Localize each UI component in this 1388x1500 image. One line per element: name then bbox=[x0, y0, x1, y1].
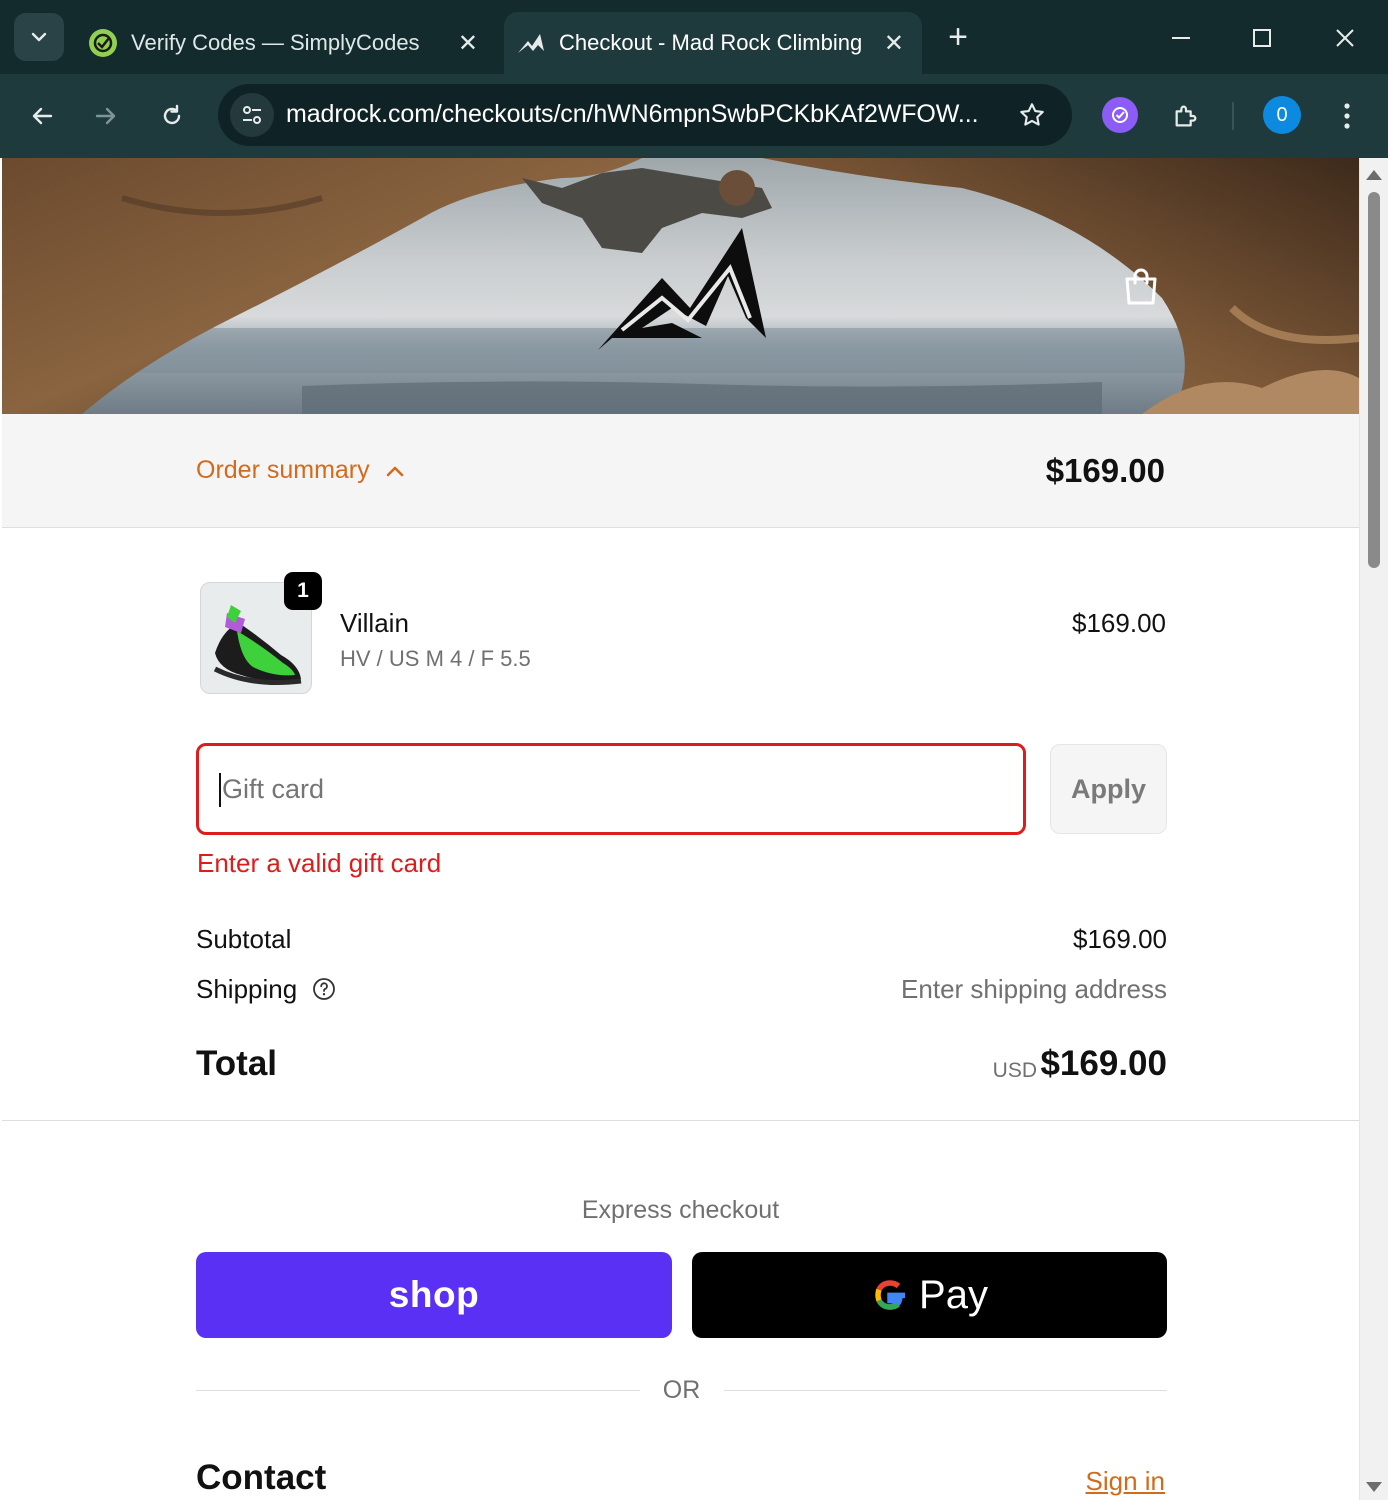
forward-button[interactable] bbox=[84, 94, 128, 138]
order-summary-total: $169.00 bbox=[1045, 452, 1165, 489]
text-caret bbox=[219, 773, 221, 807]
order-summary-toggle[interactable]: Order summary bbox=[196, 456, 404, 485]
simplycodes-extension-icon[interactable] bbox=[1102, 97, 1138, 133]
product-name: Villain bbox=[340, 608, 409, 638]
line-item: 1 Villain HV / US M 4 / F 5.5 $169.00 bbox=[196, 572, 1166, 702]
total-label: Total bbox=[196, 1044, 278, 1083]
url-text[interactable]: madrock.com/checkouts/cn/hWN6mpnSwbPCKbK… bbox=[286, 100, 979, 129]
or-line-right bbox=[724, 1390, 1167, 1391]
chevron-down-icon bbox=[31, 32, 47, 42]
gift-card-error: Enter a valid gift card bbox=[197, 848, 442, 878]
shipping-label: Shipping bbox=[196, 974, 298, 1004]
gift-card-input[interactable]: Gift card bbox=[196, 743, 1026, 835]
browser-chrome: Verify Codes — SimplyCodes ✕ Checkout - … bbox=[0, 0, 1388, 158]
header-banner bbox=[2, 158, 1359, 414]
scrollbar-thumb[interactable] bbox=[1368, 192, 1380, 568]
tab-madrock-checkout[interactable]: Checkout - Mad Rock Climbing ✕ bbox=[504, 12, 922, 74]
page-scrollbar[interactable] bbox=[1359, 158, 1388, 1500]
scroll-up-arrow-icon[interactable] bbox=[1366, 170, 1382, 180]
chevron-up-icon bbox=[386, 465, 404, 477]
bookmark-star-icon[interactable] bbox=[1018, 101, 1046, 134]
address-bar[interactable]: madrock.com/checkouts/cn/hWN6mpnSwbPCKbK… bbox=[218, 84, 1072, 146]
arrow-right-icon bbox=[95, 107, 116, 125]
or-divider: OR bbox=[196, 1376, 1167, 1406]
cart-button[interactable] bbox=[1122, 266, 1166, 310]
tune-icon bbox=[243, 106, 261, 124]
back-button[interactable] bbox=[20, 94, 64, 138]
page-viewport: Order summary $169.00 1 Villain HV / US … bbox=[2, 158, 1359, 1500]
quantity-badge: 1 bbox=[284, 572, 322, 610]
tab-title: Checkout - Mad Rock Climbing bbox=[559, 30, 863, 55]
tab-strip: Verify Codes — SimplyCodes ✕ Checkout - … bbox=[0, 0, 1388, 74]
new-tab-button[interactable]: + bbox=[940, 20, 976, 56]
shipping-row: Shipping Enter shipping address bbox=[196, 974, 1167, 1005]
browser-toolbar: madrock.com/checkouts/cn/hWN6mpnSwbPCKbK… bbox=[0, 74, 1388, 158]
close-icon bbox=[1336, 29, 1354, 47]
subtotal-value: $169.00 bbox=[1073, 924, 1167, 954]
order-summary-bar: Order summary $169.00 bbox=[2, 414, 1359, 528]
shopping-bag-icon bbox=[1125, 268, 1157, 305]
reload-icon bbox=[163, 104, 181, 125]
total-currency: USD bbox=[992, 1059, 1037, 1082]
simplycodes-icon bbox=[88, 28, 118, 58]
close-tab-icon[interactable]: ✕ bbox=[458, 29, 478, 58]
reload-button[interactable] bbox=[150, 94, 194, 138]
apply-gift-card-button[interactable]: Apply bbox=[1050, 744, 1167, 834]
total-row: Total USD $169.00 bbox=[196, 1044, 1167, 1088]
profile-avatar[interactable]: 0 bbox=[1263, 96, 1301, 134]
help-circle-icon[interactable] bbox=[312, 977, 336, 1001]
google-pay-label: Pay bbox=[919, 1272, 988, 1317]
arrow-left-icon bbox=[32, 107, 53, 125]
section-divider bbox=[2, 1120, 1359, 1121]
maximize-button[interactable] bbox=[1242, 18, 1282, 58]
gift-card-placeholder: Gift card bbox=[222, 774, 325, 804]
shipping-value: Enter shipping address bbox=[901, 974, 1167, 1004]
product-price: $169.00 bbox=[1072, 608, 1166, 638]
tab-search-button[interactable] bbox=[14, 13, 64, 61]
shop-pay-button[interactable]: shop bbox=[196, 1252, 672, 1338]
toolbar-divider bbox=[1232, 102, 1234, 130]
close-window-button[interactable] bbox=[1325, 18, 1365, 58]
tab-simplycodes[interactable]: Verify Codes — SimplyCodes ✕ bbox=[76, 12, 496, 74]
more-menu-icon[interactable] bbox=[1332, 96, 1362, 136]
google-g-icon bbox=[871, 1276, 909, 1314]
maximize-icon bbox=[1253, 29, 1271, 47]
sign-in-link[interactable]: Sign in bbox=[1086, 1466, 1166, 1497]
order-summary-label: Order summary bbox=[196, 456, 370, 484]
subtotal-label: Subtotal bbox=[196, 924, 292, 954]
google-pay-button[interactable]: Pay bbox=[692, 1252, 1167, 1338]
site-info-button[interactable] bbox=[230, 93, 274, 137]
contact-heading: Contact bbox=[196, 1458, 327, 1497]
tab-title: Verify Codes — SimplyCodes bbox=[131, 30, 420, 55]
express-checkout-title: Express checkout bbox=[581, 1196, 780, 1224]
product-variant: HV / US M 4 / F 5.5 bbox=[340, 646, 531, 671]
extensions-puzzle-icon[interactable] bbox=[1166, 96, 1206, 136]
minimize-button[interactable] bbox=[1161, 18, 1201, 58]
total-value: $169.00 bbox=[1040, 1044, 1167, 1083]
subtotal-row: Subtotal $169.00 bbox=[196, 924, 1167, 955]
minimize-icon bbox=[1172, 37, 1190, 39]
scroll-down-arrow-icon[interactable] bbox=[1366, 1482, 1382, 1492]
shop-pay-label: shop bbox=[388, 1274, 480, 1315]
close-tab-icon[interactable]: ✕ bbox=[884, 29, 904, 58]
madrock-logo-icon bbox=[516, 28, 546, 58]
